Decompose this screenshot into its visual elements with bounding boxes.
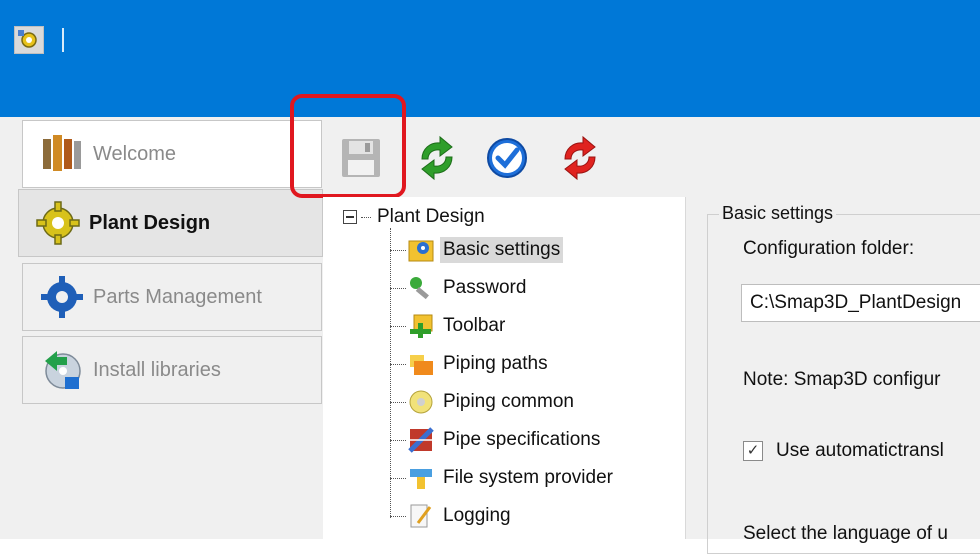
nav-tab-label: Install libraries	[93, 358, 221, 381]
collapse-icon[interactable]	[343, 210, 357, 224]
nav-tab-label: Parts Management	[93, 285, 262, 308]
group-title: Basic settings	[719, 203, 837, 224]
tree-item-piping-common[interactable]: Piping common	[390, 384, 577, 420]
install-cd-icon	[39, 347, 85, 393]
basic-settings-icon	[408, 237, 434, 263]
tree-item-label: Password	[443, 277, 527, 298]
people-icon	[39, 131, 85, 177]
config-folder-field[interactable]	[741, 284, 980, 322]
tree-connector	[390, 325, 406, 327]
folder-icon	[408, 351, 434, 377]
refresh-green-icon[interactable]	[414, 135, 460, 181]
tree-connector	[390, 477, 406, 479]
tree-item-piping-paths[interactable]: Piping paths	[390, 346, 551, 382]
tree-connector	[390, 401, 406, 403]
tree-item-label: Piping common	[443, 391, 574, 412]
gear-blue-icon	[39, 274, 85, 320]
tree-root-label: Plant Design	[377, 206, 485, 227]
tree-item-logging[interactable]: Logging	[390, 498, 514, 534]
log-icon	[408, 503, 434, 529]
file-system-icon	[408, 465, 434, 491]
tree-item-pipe-specifications[interactable]: Pipe specifications	[390, 422, 603, 458]
nav-tab-label: Welcome	[93, 142, 176, 165]
app-gear-icon[interactable]	[14, 26, 44, 54]
nav-tab-install-libraries[interactable]: Install libraries	[22, 336, 322, 404]
pipe-spec-icon	[408, 427, 434, 453]
nav-tab-parts-management[interactable]: Parts Management	[22, 263, 322, 331]
auto-translate-checkbox[interactable]: ✓	[743, 441, 763, 461]
tree-item-label: Pipe specifications	[443, 429, 601, 450]
tree-item-label: Toolbar	[443, 315, 506, 336]
tree-connector	[390, 287, 406, 289]
piping-common-icon	[408, 389, 434, 415]
config-folder-label: Configuration folder:	[743, 238, 915, 259]
note-text: Note: Smap3D configur	[743, 369, 941, 390]
tree-connector	[390, 249, 406, 251]
nav-tab-plant-design[interactable]: Plant Design	[18, 189, 323, 257]
toolbar-icon	[408, 313, 434, 339]
tree-item-label: Piping paths	[443, 353, 548, 374]
tree-item-file-system-provider[interactable]: File system provider	[390, 460, 616, 496]
nav-tab-label: Plant Design	[89, 211, 211, 234]
reset-red-icon[interactable]	[557, 135, 603, 181]
tree-item-label: File system provider	[443, 467, 613, 488]
tree-item-password[interactable]: Password	[390, 270, 529, 306]
tree-item-label: Basic settings	[440, 237, 564, 263]
key-icon	[408, 275, 434, 301]
tree-connector	[361, 216, 371, 218]
nav-tab-welcome[interactable]: Welcome	[22, 120, 322, 188]
tree-connector	[390, 363, 406, 365]
tree-connector	[390, 515, 406, 517]
tree-connector	[390, 439, 406, 441]
title-separator	[62, 28, 64, 52]
apply-check-icon[interactable]	[484, 135, 530, 181]
auto-translate-label: Use automatictransl	[776, 440, 944, 461]
tree-item-label: Logging	[443, 505, 511, 526]
title-bar	[0, 0, 980, 117]
language-label: Select the language of u	[743, 523, 948, 544]
tree-item-basic-settings[interactable]: Basic settings	[390, 232, 564, 268]
tree-item-toolbar[interactable]: Toolbar	[390, 308, 508, 344]
gear-yellow-icon	[35, 200, 81, 246]
save-button-highlight	[290, 94, 406, 198]
toolbar	[323, 117, 980, 197]
tree-root[interactable]: Plant Design	[343, 205, 485, 229]
settings-tree: Plant Design Basic settings Password Too…	[323, 197, 686, 539]
